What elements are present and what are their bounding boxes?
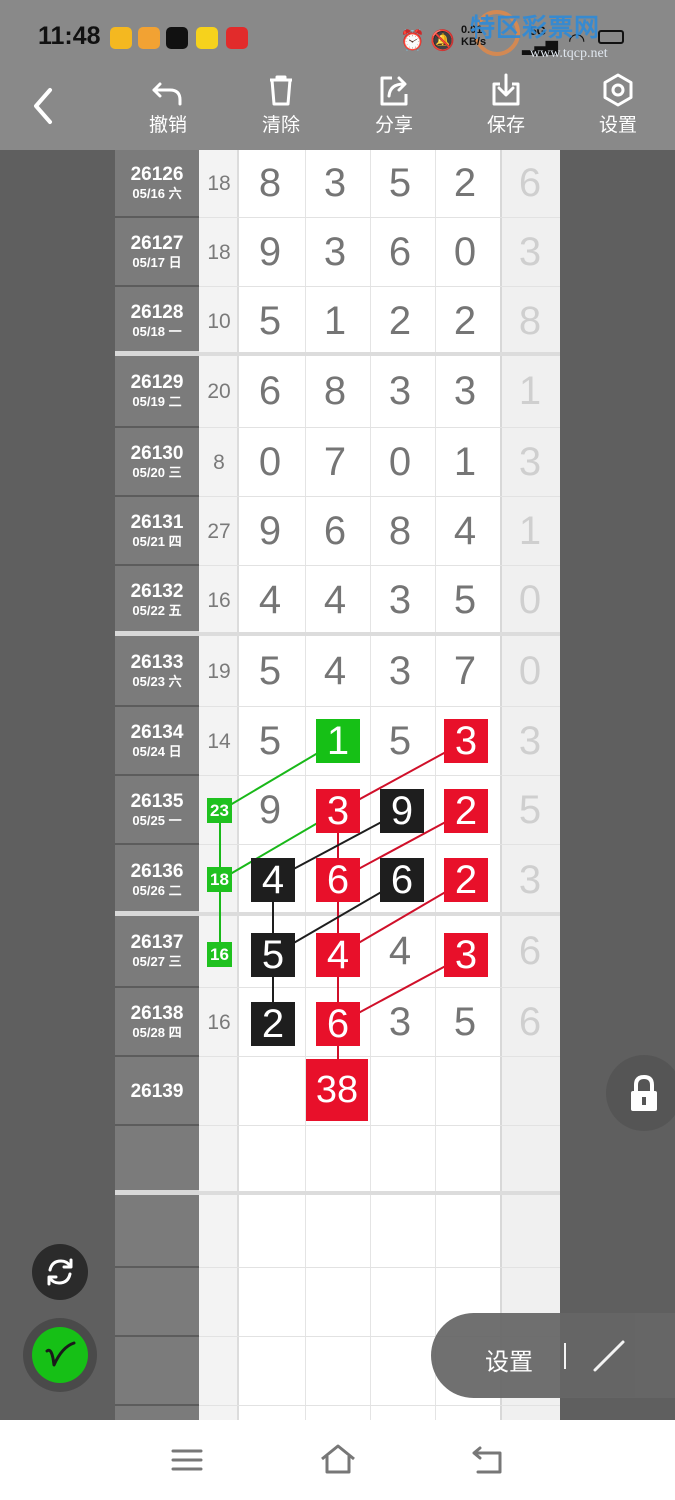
- mark-box[interactable]: 3: [316, 789, 360, 833]
- mark-box[interactable]: 9: [380, 789, 424, 833]
- mark-box[interactable]: 1: [316, 719, 360, 763]
- mark-box[interactable]: 2: [251, 1002, 295, 1046]
- line-tool-icon[interactable]: [591, 1338, 627, 1374]
- mark-box[interactable]: 6: [380, 858, 424, 902]
- refresh-icon: [47, 1258, 73, 1286]
- sum-mark-box[interactable]: 18: [207, 867, 232, 892]
- settings-pill[interactable]: 设置: [431, 1313, 675, 1398]
- pen-stroke-icon: [45, 1341, 76, 1367]
- home-icon[interactable]: [318, 1442, 358, 1476]
- back-nav-icon[interactable]: [470, 1444, 506, 1476]
- lock-icon: [631, 1074, 657, 1111]
- pill-divider: [564, 1343, 566, 1369]
- sum-mark-box[interactable]: 16: [207, 942, 232, 967]
- settings-pill-label: 设置: [485, 1349, 533, 1376]
- lock-button[interactable]: [606, 1055, 675, 1131]
- pen-tool-button[interactable]: [23, 1318, 97, 1392]
- prediction-box[interactable]: 38: [306, 1059, 368, 1121]
- system-nav-bar: [0, 1420, 675, 1500]
- mark-box[interactable]: 3: [444, 719, 488, 763]
- mark-box[interactable]: 2: [444, 789, 488, 833]
- menu-icon[interactable]: [170, 1447, 204, 1473]
- mark-box[interactable]: 4: [251, 858, 295, 902]
- mark-box[interactable]: 6: [316, 1002, 360, 1046]
- mark-box[interactable]: 4: [316, 933, 360, 977]
- sum-mark-box[interactable]: 23: [207, 798, 232, 823]
- mark-box[interactable]: 6: [316, 858, 360, 902]
- refresh-button[interactable]: [32, 1244, 88, 1300]
- pen-color-indicator: [32, 1327, 88, 1383]
- mark-box[interactable]: 2: [444, 858, 488, 902]
- mark-box[interactable]: 5: [251, 933, 295, 977]
- mark-box[interactable]: 3: [444, 933, 488, 977]
